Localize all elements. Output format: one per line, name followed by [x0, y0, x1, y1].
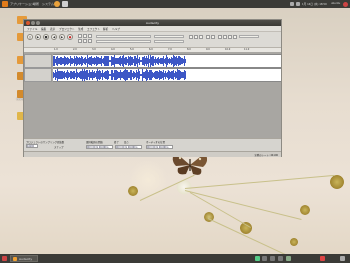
multi-tool-icon[interactable]: [88, 39, 92, 43]
rate-select[interactable]: 44100: [26, 144, 38, 148]
waveform-bar: [185, 58, 186, 64]
timeshift-tool-icon[interactable]: [88, 34, 92, 38]
menu-system[interactable]: システム: [42, 2, 54, 6]
top-panel: アプリケーション 場所 システム 1月 14日 (水) 18:59 ubuntu: [0, 0, 350, 8]
ruler-tick: 5.0: [130, 48, 134, 51]
menu-applications[interactable]: アプリケーション: [10, 2, 34, 6]
undo-icon[interactable]: [206, 35, 210, 39]
menu-edit[interactable]: 編集: [41, 27, 46, 31]
zoom-out-icon[interactable]: [223, 35, 227, 39]
power-icon[interactable]: [343, 1, 348, 7]
length-label[interactable]: 長さ: [124, 140, 129, 144]
end-label[interactable]: 終了: [114, 140, 119, 144]
clock[interactable]: 1月 14日 (水) 18:59: [302, 2, 327, 6]
track-control-panel[interactable]: [24, 54, 52, 68]
record-meter[interactable]: [96, 40, 151, 43]
waveform-left[interactable]: [53, 54, 281, 68]
trash-bin-icon[interactable]: [340, 256, 345, 261]
help-icon[interactable]: [62, 1, 68, 7]
window-title: Audacity: [145, 21, 160, 25]
play-button[interactable]: ▶: [35, 34, 41, 40]
user-menu[interactable]: ubuntu: [331, 2, 340, 5]
ubuntu-logo-icon[interactable]: [2, 1, 8, 7]
track-area[interactable]: [24, 52, 281, 138]
ruler-tick: 4.0: [111, 48, 115, 51]
selection-bar: プロジェクトのサンプリング周波数 44100 スナップ 選択範囲の開始 終了 長…: [24, 138, 281, 152]
selection-start-field[interactable]: 00 h 00 m 00.000 s: [86, 145, 113, 149]
audacity-icon: [13, 257, 17, 261]
menu-project[interactable]: プロジェクト: [59, 27, 75, 31]
workspace-1-icon[interactable]: [255, 256, 260, 261]
notification-icon[interactable]: [320, 256, 325, 261]
volume-icon[interactable]: [296, 2, 300, 6]
menu-view[interactable]: 表示: [50, 27, 55, 31]
trash-icon[interactable]: [286, 256, 291, 261]
audio-position-label: オーディオの位置: [146, 141, 165, 144]
record-volume-slider[interactable]: [154, 40, 184, 43]
menu-places[interactable]: 場所: [33, 2, 39, 6]
toolbar: ‖ ▶ ■ ◀ ▶ ●: [24, 32, 281, 48]
selection-tool-icon[interactable]: [78, 34, 82, 38]
stop-button[interactable]: ■: [43, 34, 49, 40]
taskbar-audacity-button[interactable]: Audacity: [10, 255, 38, 262]
menu-effect[interactable]: エフェクト: [87, 27, 100, 31]
menu-help[interactable]: ヘルプ: [112, 27, 120, 31]
draw-tool-icon[interactable]: [78, 39, 82, 43]
zoom-tool-icon[interactable]: [83, 39, 87, 43]
firefox-icon[interactable]: [54, 1, 60, 7]
ruler-tick: 1.0: [54, 48, 58, 51]
track-control-panel[interactable]: [24, 68, 52, 82]
audio-position-field[interactable]: 00 h 00 m 00.000 s: [146, 145, 173, 149]
waveform-bar: [185, 71, 186, 79]
snap-label: スナップ: [54, 146, 64, 149]
cut-icon[interactable]: [189, 35, 193, 39]
menu-analyze[interactable]: 解析: [103, 27, 108, 31]
ruler-tick: 11.0: [244, 48, 250, 51]
device-select[interactable]: [239, 35, 259, 38]
workspace-4-icon[interactable]: [278, 256, 283, 261]
skip-start-button[interactable]: ◀: [51, 34, 57, 40]
menu-file[interactable]: ファイル: [27, 27, 37, 31]
copy-icon[interactable]: [194, 35, 198, 39]
selection-end-field[interactable]: 00 h 00 m 00.000 s: [115, 145, 142, 149]
ruler-tick: 8.0: [187, 48, 191, 51]
workspace-2-icon[interactable]: [262, 256, 267, 261]
playback-meter[interactable]: [96, 35, 151, 38]
ruler-tick: 7.0: [168, 48, 172, 51]
fit-project-icon[interactable]: [233, 35, 237, 39]
workspace-3-icon[interactable]: [270, 256, 275, 261]
ruler-tick: 3.0: [92, 48, 96, 51]
audacity-window: Audacity ファイル 編集 表示 プロジェクト 生成 エフェクト 解析 ヘ…: [23, 19, 282, 157]
paste-icon[interactable]: [199, 35, 203, 39]
menu-generate[interactable]: 生成: [78, 27, 83, 31]
record-button[interactable]: ●: [67, 34, 73, 40]
ruler-tick: 2.0: [73, 48, 77, 51]
taskbar-audacity-label: Audacity: [19, 257, 33, 261]
envelope-tool-icon[interactable]: [83, 34, 87, 38]
status-text: 実際のレート: 44100: [254, 154, 278, 157]
show-desktop-icon[interactable]: [2, 256, 7, 261]
network-icon[interactable]: [290, 2, 294, 6]
start-label: 選択範囲の開始: [86, 141, 103, 144]
status-bar: 実際のレート: 44100: [24, 151, 281, 157]
fit-selection-icon[interactable]: [228, 35, 232, 39]
zoom-in-icon[interactable]: [218, 35, 222, 39]
ruler-tick: 10.0: [225, 48, 231, 51]
playback-volume-slider[interactable]: [154, 35, 184, 38]
ruler-tick: 9.0: [206, 48, 210, 51]
bottom-panel: Audacity: [0, 254, 350, 263]
redo-icon[interactable]: [211, 35, 215, 39]
pause-button[interactable]: ‖: [27, 34, 33, 40]
waveform-right[interactable]: [53, 68, 281, 82]
ruler-tick: 6.0: [149, 48, 153, 51]
skip-end-button[interactable]: ▶: [59, 34, 65, 40]
